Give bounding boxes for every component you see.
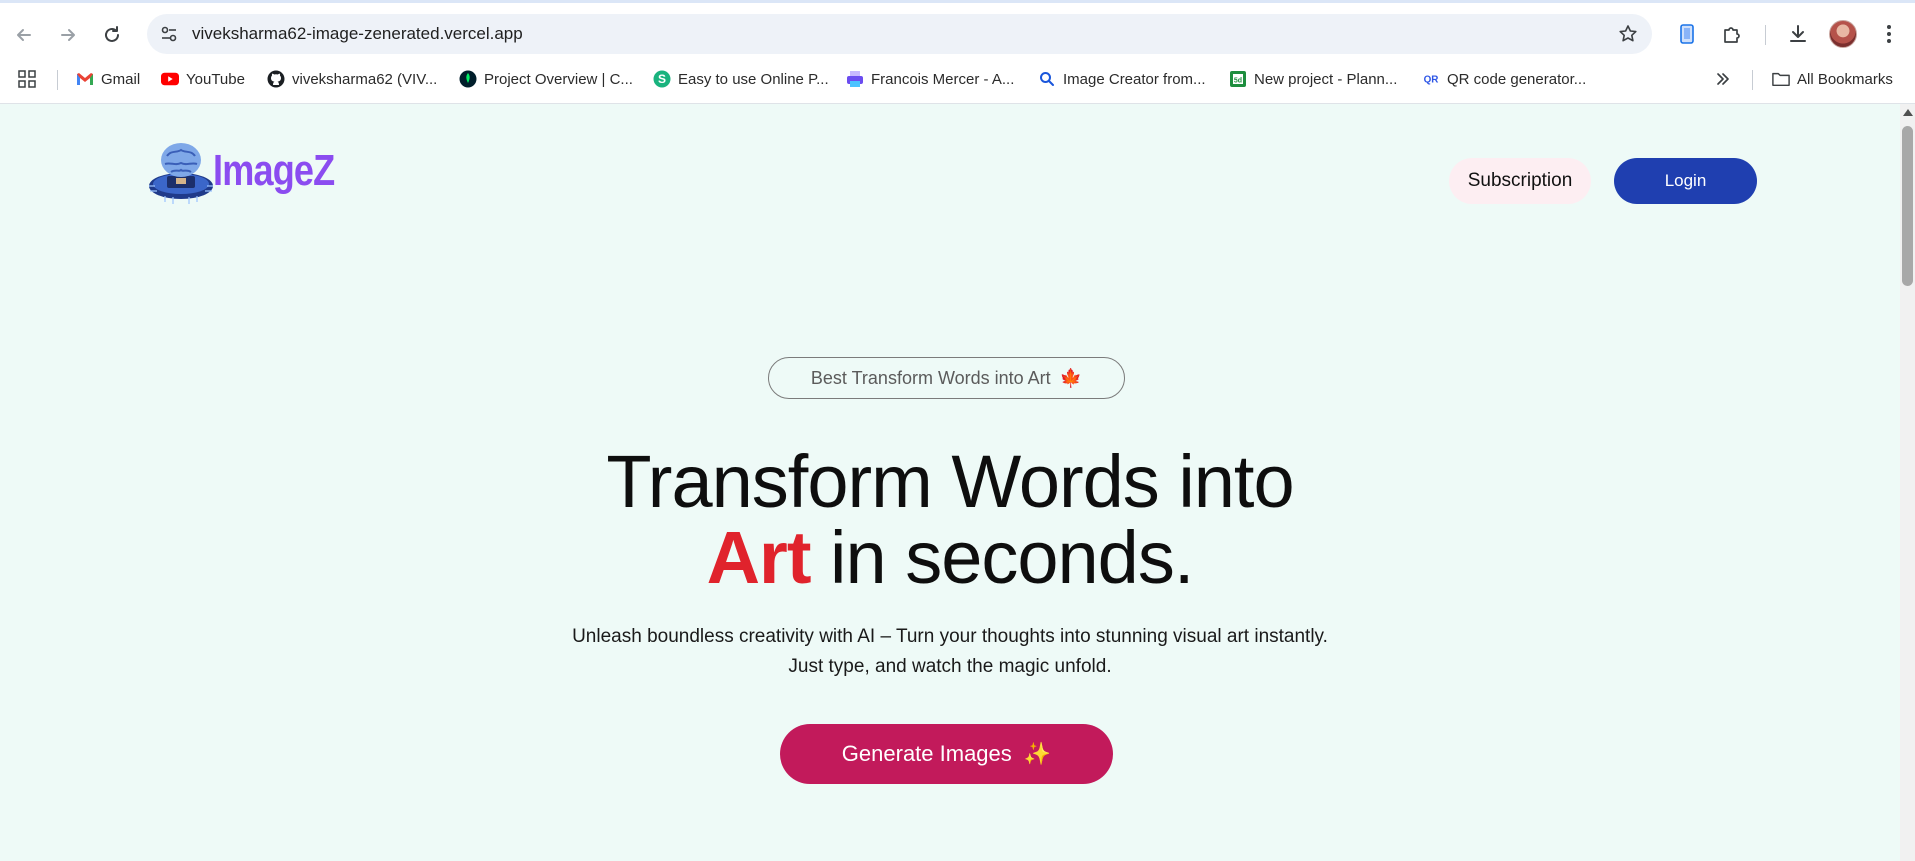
all-bookmarks-button[interactable]: All Bookmarks	[1772, 67, 1893, 91]
chevron-double-right-icon	[1714, 70, 1732, 88]
apps-button[interactable]	[18, 67, 36, 91]
qr-icon: QR	[1422, 70, 1440, 88]
page-scrollbar[interactable]	[1900, 104, 1915, 861]
bookmark-gmail[interactable]: Gmail	[76, 67, 140, 91]
extensions-button[interactable]	[1715, 17, 1749, 51]
hero-title-line1: Transform Words into	[606, 440, 1294, 523]
puzzle-icon	[1724, 27, 1740, 43]
github-icon	[267, 70, 285, 88]
apps-grid-icon	[18, 70, 36, 88]
bookmark-label: YouTube	[186, 70, 245, 88]
bookmark-francois[interactable]: Francois Mercer - A...	[846, 67, 1014, 91]
bookmark-github[interactable]: viveksharma62 (VIV...	[267, 67, 437, 91]
browser-toolbar: viveksharma62-image-zenerated.vercel.app	[0, 3, 1915, 61]
url-text[interactable]: viveksharma62-image-zenerated.vercel.app	[192, 24, 523, 44]
generate-images-button[interactable]: Generate Images ✨	[780, 724, 1113, 784]
bookmarks-divider	[57, 70, 58, 90]
brain-chip-logo-icon	[149, 143, 213, 204]
svg-text:S: S	[658, 72, 666, 86]
bookmark-qr-code[interactable]: QR QR code generator...	[1422, 67, 1587, 91]
toolbar-divider	[1765, 25, 1766, 45]
arrow-right-icon	[61, 29, 75, 41]
phone-hub-button[interactable]	[1670, 17, 1704, 51]
sheet-icon: 5d	[1229, 70, 1247, 88]
phone-icon	[1680, 24, 1694, 44]
printer-icon	[846, 70, 864, 88]
bookmark-youtube[interactable]: YouTube	[161, 67, 245, 91]
bookmark-label: Project Overview | C...	[484, 70, 633, 88]
reload-button[interactable]	[94, 17, 130, 53]
bookmark-label: New project - Plann...	[1254, 70, 1398, 88]
s-logo-icon: S	[653, 70, 671, 88]
tune-icon	[161, 26, 177, 42]
scroll-up-arrow-icon[interactable]	[1903, 109, 1913, 116]
svg-text:5d: 5d	[1234, 78, 1242, 85]
forward-button[interactable]	[50, 17, 86, 53]
bookmarks-bar: Gmail YouTube viveksharma62 (VIV... Proj…	[0, 61, 1915, 97]
browser-chrome: viveksharma62-image-zenerated.vercel.app	[0, 0, 1915, 104]
bookmark-mongodb[interactable]: Project Overview | C...	[459, 67, 633, 91]
hero-description: Unleash boundless creativity with AI – T…	[572, 626, 1328, 677]
address-bar[interactable]: viveksharma62-image-zenerated.vercel.app	[147, 14, 1652, 54]
bookmark-star-button[interactable]	[1614, 20, 1642, 48]
hero-badge-text: Best Transform Words into Art	[810, 367, 1051, 388]
bookmarks-divider	[1752, 70, 1753, 90]
scrollbar-thumb[interactable]	[1902, 126, 1913, 286]
gmail-icon	[76, 70, 94, 88]
bookmark-label: QR code generator...	[1447, 70, 1587, 88]
more-vertical-icon	[1887, 25, 1891, 43]
login-button[interactable]: Login	[1614, 158, 1757, 204]
site-info-button[interactable]	[155, 20, 183, 48]
youtube-icon	[161, 70, 179, 88]
downloads-button[interactable]	[1781, 17, 1815, 51]
back-button[interactable]	[6, 17, 42, 53]
reload-icon	[105, 26, 119, 42]
bookmark-label: viveksharma62 (VIV...	[292, 70, 438, 88]
logo-text: ImageZ	[213, 146, 335, 195]
profile-avatar[interactable]	[1829, 20, 1857, 48]
star-icon	[1619, 25, 1637, 42]
hero-title-line2-rest: in seconds.	[810, 516, 1194, 599]
bookmark-image-creator[interactable]: Image Creator from...	[1038, 67, 1206, 91]
maple-leaf-icon: 🍁	[1059, 367, 1083, 388]
bookmark-label: Gmail	[101, 70, 141, 88]
sparkles-icon: ✨	[1023, 741, 1052, 766]
bookmark-online-p[interactable]: S Easy to use Online P...	[653, 67, 829, 91]
download-icon	[1790, 25, 1806, 42]
arrow-left-icon	[17, 29, 31, 41]
bookmark-label: Image Creator from...	[1063, 70, 1206, 88]
generate-images-label: Generate Images	[841, 741, 1012, 766]
hero-badge: Best Transform Words into Art 🍁	[768, 357, 1125, 399]
search-icon	[1038, 70, 1056, 88]
bookmark-new-project[interactable]: 5d New project - Plann...	[1229, 67, 1397, 91]
page-viewport: ImageZ Subscription Login Best Transform…	[0, 104, 1900, 861]
all-bookmarks-label: All Bookmarks	[1797, 70, 1893, 88]
subscription-button[interactable]: Subscription	[1449, 158, 1591, 204]
hero-title-line2: Art in seconds.	[450, 520, 1450, 596]
more-bookmarks-button[interactable]	[1714, 67, 1732, 91]
site-logo[interactable]: ImageZ	[145, 134, 361, 208]
bookmark-label: Francois Mercer - A...	[871, 70, 1015, 88]
mongodb-icon	[459, 70, 477, 88]
hero-title-accent: Art	[706, 516, 812, 599]
hero-title: Transform Words into Art in seconds.	[450, 444, 1450, 596]
browser-menu-button[interactable]	[1872, 17, 1906, 51]
folder-icon	[1772, 70, 1790, 88]
svg-text:QR: QR	[1424, 75, 1439, 86]
bookmark-label: Easy to use Online P...	[678, 70, 829, 88]
